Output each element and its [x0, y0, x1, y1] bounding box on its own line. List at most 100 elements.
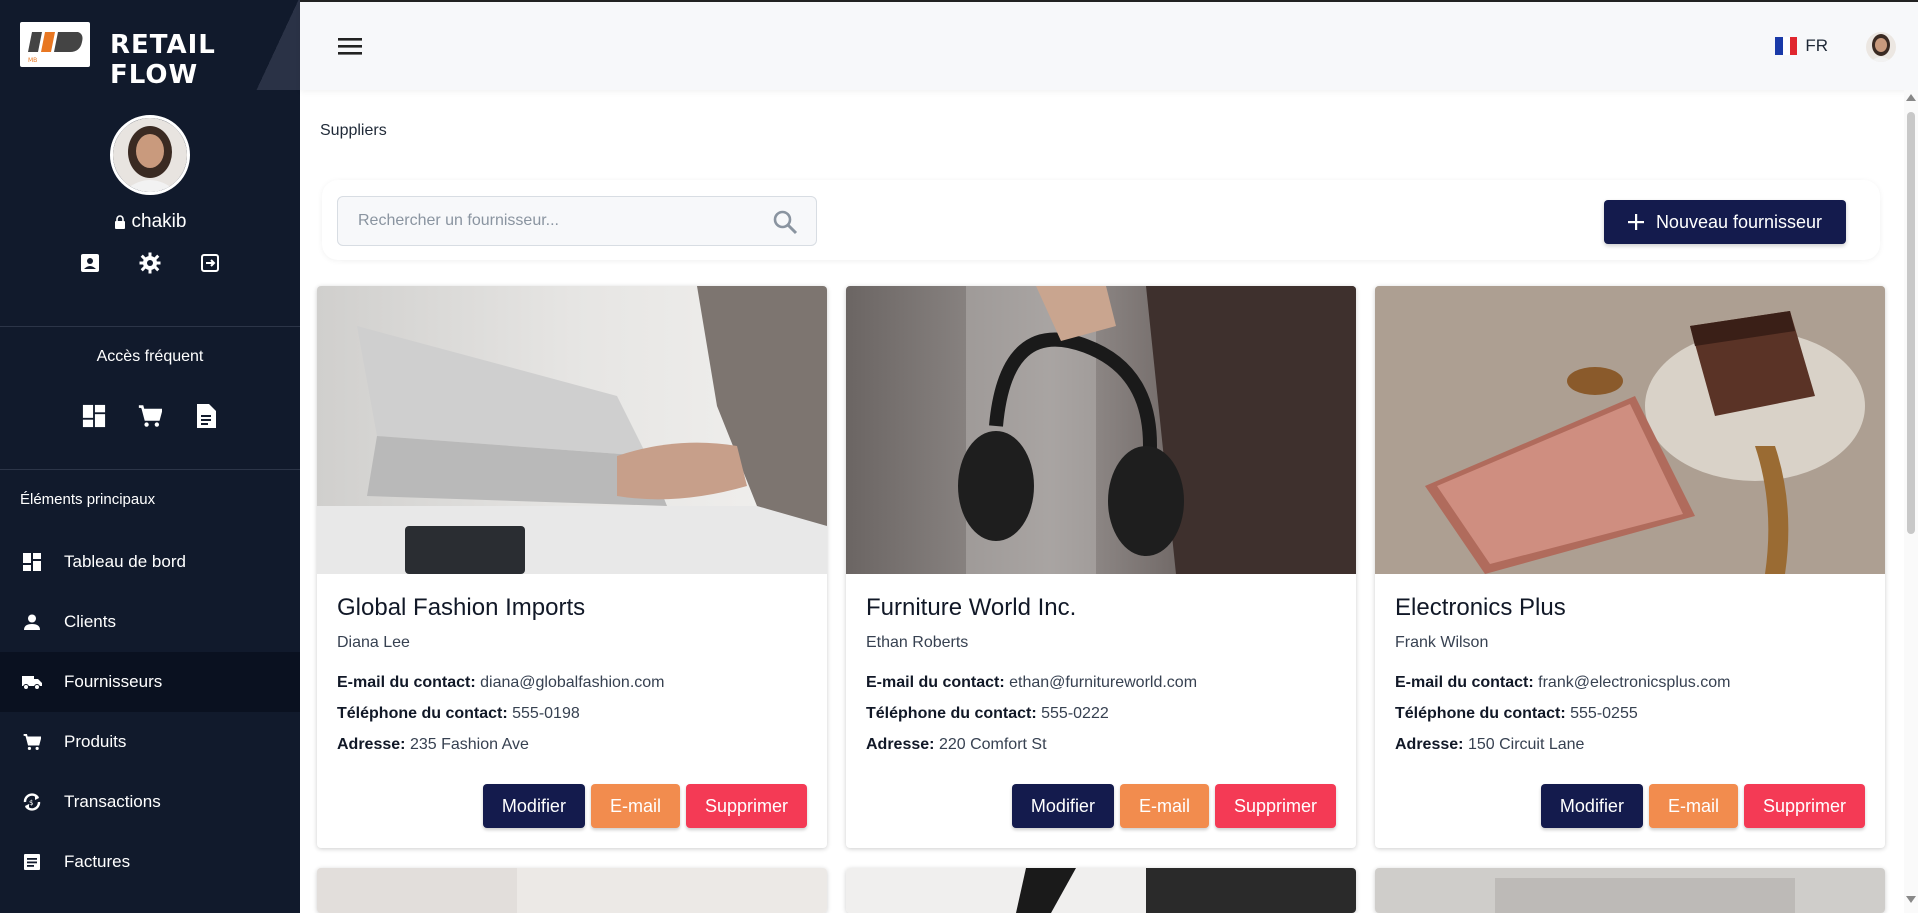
new-supplier-button[interactable]: Nouveau fournisseur	[1604, 200, 1846, 244]
supplier-address: 220 Comfort St	[938, 736, 1047, 753]
scroll-down-arrow-icon[interactable]	[1906, 896, 1916, 903]
supplier-name: Furniture World Inc.	[866, 594, 1077, 621]
divider	[0, 469, 300, 470]
supplier-phone: 555-0198	[512, 705, 580, 722]
scroll-up-arrow-icon[interactable]	[1906, 94, 1916, 101]
frequent-access-title: Accès fréquent	[96, 348, 204, 365]
supplier-email: ethan@furnitureworld.com	[1009, 674, 1198, 691]
supplier-card-partial	[317, 868, 827, 913]
page-scrollbar[interactable]	[1904, 90, 1918, 913]
user-avatar[interactable]	[1866, 32, 1896, 62]
phone-label: Téléphone du contact:	[1395, 705, 1566, 722]
logout-icon[interactable]	[198, 251, 222, 275]
address-label: Adresse:	[337, 736, 406, 753]
supplier-phone-row: Téléphone du contact: 555-0222	[866, 705, 1109, 723]
language-selector[interactable]: FR	[1775, 36, 1828, 56]
brand-decoration	[255, 0, 300, 90]
delete-button[interactable]: Supprimer	[1214, 784, 1336, 828]
invoice-icon	[22, 852, 42, 872]
address-label: Adresse:	[1395, 736, 1464, 753]
supplier-email-row: E-mail du contact: frank@electronicsplus…	[1395, 674, 1730, 692]
edit-button[interactable]: Modifier	[1011, 784, 1114, 828]
supplier-card: Furniture World Inc. Ethan Roberts E-mai…	[846, 286, 1356, 848]
supplier-address-row: Adresse: 235 Fashion Ave	[337, 736, 529, 754]
dashboard-icon[interactable]	[82, 404, 106, 428]
supplier-phone: 555-0255	[1570, 705, 1638, 722]
email-button[interactable]: E-mail	[1648, 784, 1738, 828]
svg-text:MB: MB	[28, 57, 37, 64]
phone-label: Téléphone du contact:	[866, 705, 1037, 722]
email-button[interactable]: E-mail	[1119, 784, 1209, 828]
sidebar-item-label: Factures	[64, 852, 131, 871]
breadcrumb: Suppliers	[320, 122, 387, 139]
supplier-card-partial	[1375, 868, 1885, 913]
avatar[interactable]	[110, 115, 190, 195]
supplier-contact: Frank Wilson	[1395, 634, 1489, 651]
supplier-image	[846, 286, 1356, 574]
scrollbar-thumb[interactable]	[1907, 112, 1915, 534]
supplier-email-row: E-mail du contact: ethan@furnitureworld.…	[866, 674, 1197, 692]
delete-button[interactable]: Supprimer	[1743, 784, 1865, 828]
phone-label: Téléphone du contact:	[337, 705, 508, 722]
supplier-phone: 555-0222	[1041, 705, 1109, 722]
lock-icon	[114, 215, 125, 229]
profile-actions	[0, 251, 300, 275]
supplier-contact: Diana Lee	[337, 634, 410, 651]
delete-button[interactable]: Supprimer	[685, 784, 807, 828]
email-label: E-mail du contact:	[337, 674, 476, 691]
sidebar-item-products[interactable]: Produits	[0, 712, 300, 772]
search-icon[interactable]	[772, 209, 798, 235]
gear-icon[interactable]	[138, 251, 162, 275]
main-items-title: Éléments principaux	[20, 491, 156, 508]
sidebar-item-invoices[interactable]: Factures	[0, 832, 300, 892]
frequent-access-shortcuts	[0, 404, 300, 428]
contact-card-icon[interactable]	[78, 251, 102, 275]
supplier-phone-row: Téléphone du contact: 555-0198	[337, 705, 580, 723]
card-actions: Modifier E-mail Supprimer	[482, 784, 807, 828]
document-icon[interactable]	[194, 404, 218, 428]
sidebar-item-suppliers[interactable]: Fournisseurs	[0, 652, 300, 712]
plus-icon	[1627, 214, 1644, 230]
supplier-address-row: Adresse: 220 Comfort St	[866, 736, 1047, 754]
divider	[0, 326, 300, 327]
sidebar-item-label: Produits	[64, 732, 127, 751]
supplier-name: Global Fashion Imports	[337, 594, 586, 621]
top-bar: FR	[300, 0, 1918, 90]
supplier-toolbar: Nouveau fournisseur	[322, 180, 1880, 260]
supplier-email: frank@electronicsplus.com	[1538, 674, 1731, 691]
supplier-address: 150 Circuit Lane	[1467, 736, 1585, 753]
cart-icon[interactable]	[138, 404, 162, 428]
supplier-image	[317, 286, 827, 574]
supplier-address: 235 Fashion Ave	[409, 736, 529, 753]
sidebar-item-label: Fournisseurs	[64, 672, 163, 691]
edit-button[interactable]: Modifier	[482, 784, 585, 828]
supplier-email-row: E-mail du contact: diana@globalfashion.c…	[337, 674, 665, 692]
supplier-email: diana@globalfashion.com	[480, 674, 665, 691]
brand-logo[interactable]: MB	[20, 22, 90, 67]
email-button[interactable]: E-mail	[590, 784, 680, 828]
svg-text:$: $	[29, 799, 33, 807]
username: chakib	[0, 211, 300, 233]
sidebar-item-label: Transactions	[64, 792, 161, 811]
supplier-address-row: Adresse: 150 Circuit Lane	[1395, 736, 1584, 754]
email-label: E-mail du contact:	[866, 674, 1005, 691]
exchange-icon: $	[22, 792, 42, 812]
hamburger-menu-icon[interactable]	[338, 36, 362, 56]
supplier-phone-row: Téléphone du contact: 555-0255	[1395, 705, 1638, 723]
sidebar-item-label: Clients	[64, 612, 116, 631]
dashboard-icon	[22, 552, 42, 572]
edit-button[interactable]: Modifier	[1540, 784, 1643, 828]
france-flag-icon	[1775, 37, 1798, 55]
cart-icon	[22, 732, 42, 752]
supplier-name: Electronics Plus	[1395, 594, 1566, 621]
search-input[interactable]	[338, 197, 758, 245]
truck-icon	[22, 672, 42, 692]
user-profile: chakib	[0, 110, 300, 275]
supplier-card: Global Fashion Imports Diana Lee E-mail …	[317, 286, 827, 848]
brand-header: MB RETAIL FLOW	[0, 0, 300, 90]
sidebar-item-dashboard[interactable]: Tableau de bord	[0, 532, 300, 592]
supplier-card: Electronics Plus Frank Wilson E-mail du …	[1375, 286, 1885, 848]
sidebar-item-clients[interactable]: Clients	[0, 592, 300, 652]
sidebar-item-transactions[interactable]: $ Transactions	[0, 772, 300, 832]
supplier-image	[1375, 286, 1885, 574]
